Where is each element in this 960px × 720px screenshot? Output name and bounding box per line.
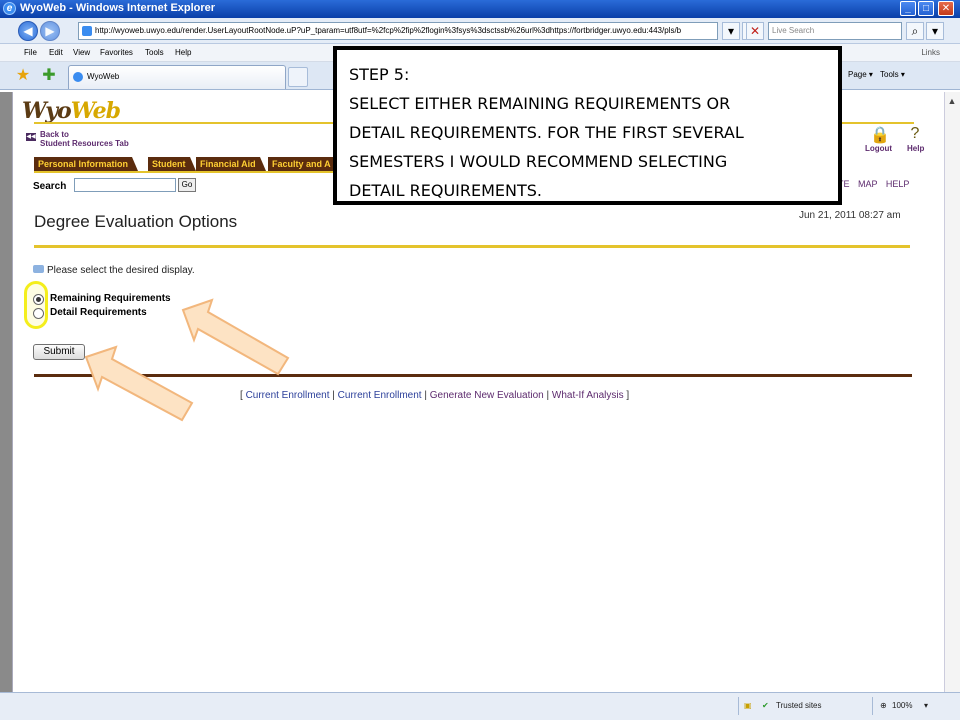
page-icon <box>82 26 92 36</box>
zoom-icon: ⊕ <box>880 701 887 710</box>
vertical-scrollbar[interactable] <box>944 92 960 692</box>
left-window-edge <box>0 92 12 692</box>
title-divider <box>34 245 910 248</box>
wyoweb-logo[interactable]: WyoWeb <box>22 98 121 124</box>
submit-button[interactable]: Submit <box>33 344 85 360</box>
label-detail-requirements[interactable]: Detail Requirements <box>50 307 147 318</box>
status-separator <box>738 697 739 715</box>
links-toolbar[interactable]: Links <box>921 48 940 57</box>
footer-link-current-enrollment-1[interactable]: Current Enrollment <box>246 390 330 401</box>
step-callout: STEP 5: SELECT EITHER REMAINING REQUIREM… <box>333 46 842 205</box>
menu-tools[interactable]: Tools <box>145 48 164 57</box>
back-line-2: Student Resources Tab <box>40 139 129 148</box>
nav-tab-financial-aid[interactable]: Financial Aid <box>196 157 266 171</box>
logo-part-b: Web <box>70 98 121 124</box>
footer-links: [ Current Enrollment | Current Enrollmen… <box>240 390 629 401</box>
logout-icon[interactable]: 🔒 <box>870 125 890 145</box>
lock-status-icon: ▣ <box>744 701 752 710</box>
ie-logo-icon: e <box>3 2 16 15</box>
status-separator <box>872 697 873 715</box>
nav-tab-personal-information[interactable]: Personal Information <box>34 157 139 171</box>
footer-sep-2: | <box>424 390 427 401</box>
status-bar: ▣ ✔ Trusted sites ⊕ 100% ▾ <box>0 692 960 720</box>
logout-link[interactable]: Logout <box>865 144 892 153</box>
footer-link-generate-new-evaluation[interactable]: Generate New Evaluation <box>430 390 544 401</box>
menu-view[interactable]: View <box>73 48 90 57</box>
radio-highlight-annotation <box>24 281 48 329</box>
help-link[interactable]: Help <box>907 144 924 153</box>
menu-favorites[interactable]: Favorites <box>100 48 133 57</box>
back-arrows-icon[interactable]: ◀◀ <box>26 133 36 141</box>
minimize-button[interactable]: _ <box>900 1 916 16</box>
menu-file[interactable]: File <box>24 48 37 57</box>
logo-part-a: Wyo <box>22 98 72 124</box>
back-to-student-resources-link[interactable]: Back to Student Resources Tab <box>40 130 160 148</box>
add-favorite-icon[interactable]: ✚ <box>40 67 58 85</box>
timestamp: Jun 21, 2011 08:27 am <box>799 210 901 221</box>
tab-title: WyoWeb <box>87 72 120 81</box>
footer-bracket-close: ] <box>626 390 630 401</box>
tab-wyoweb[interactable]: WyoWeb <box>68 65 286 89</box>
footer-bracket-open: [ <box>240 390 243 401</box>
radio-detail-requirements[interactable] <box>33 308 44 319</box>
menu-edit[interactable]: Edit <box>49 48 63 57</box>
footer-link-current-enrollment-2[interactable]: Current Enrollment <box>338 390 422 401</box>
footer-sep-1: | <box>332 390 335 401</box>
callout-line-5: DETAIL REQUIREMENTS. <box>349 181 542 200</box>
label-remaining-requirements[interactable]: Remaining Requirements <box>50 293 171 304</box>
nav-tab-faculty[interactable]: Faculty and A <box>268 157 341 171</box>
callout-line-2: SELECT EITHER REMAINING REQUIREMENTS OR <box>349 94 731 113</box>
close-button[interactable]: ✕ <box>938 1 954 16</box>
search-label: Search <box>33 181 67 192</box>
tools-menu[interactable]: Tools ▾ <box>880 70 905 79</box>
trusted-check-icon: ✔ <box>762 701 769 710</box>
new-tab-button[interactable] <box>288 67 308 87</box>
page-search-input[interactable] <box>74 178 176 192</box>
back-line-1: Back to <box>40 130 69 139</box>
scroll-up-icon[interactable]: ▲ <box>944 96 960 106</box>
maximize-button[interactable]: □ <box>918 1 934 16</box>
callout-line-4: SEMESTERS I WOULD RECOMMEND SELECTING <box>349 152 728 171</box>
radio-remaining-requirements[interactable] <box>33 294 44 305</box>
security-zone-text[interactable]: Trusted sites <box>776 701 822 710</box>
search-icon[interactable]: ⌕ <box>906 22 924 40</box>
address-input[interactable]: http://wyoweb.uwyo.edu/render.UserLayout… <box>78 22 718 40</box>
site-map-help-links[interactable]: TE MAP HELP <box>838 179 909 189</box>
footer-link-what-if-analysis[interactable]: What-If Analysis <box>552 390 624 401</box>
zoom-dropdown-icon[interactable]: ▾ <box>924 701 928 710</box>
go-button[interactable]: Go <box>178 178 196 192</box>
page-menu[interactable]: Page ▾ <box>848 70 873 79</box>
tab-page-icon <box>73 72 83 82</box>
nav-underline <box>34 171 334 173</box>
nav-tab-student[interactable]: Student <box>148 157 195 171</box>
window-title: WyoWeb - Windows Internet Explorer <box>20 2 216 14</box>
forward-arrow-icon[interactable]: ▶ <box>40 21 60 41</box>
search-options-icon[interactable]: ▾ <box>926 22 944 40</box>
callout-line-1: STEP 5: <box>349 65 410 84</box>
instruction-text: Please select the desired display. <box>47 265 195 276</box>
callout-line-3: DETAIL REQUIREMENTS. FOR THE FIRST SEVER… <box>349 123 744 142</box>
page-title: Degree Evaluation Options <box>34 212 238 231</box>
dropdown-arrow-icon[interactable]: ▾ <box>722 22 740 40</box>
info-icon <box>33 265 44 273</box>
menu-help[interactable]: Help <box>175 48 191 57</box>
footer-sep-3: | <box>546 390 550 401</box>
content-bottom-divider <box>34 374 912 377</box>
help-icon[interactable]: ? <box>905 125 925 145</box>
address-url: http://wyoweb.uwyo.edu/render.UserLayout… <box>95 26 682 35</box>
favorites-star-icon[interactable]: ★ <box>14 67 32 85</box>
zoom-level[interactable]: 100% <box>892 701 912 710</box>
live-search-input[interactable]: Live Search <box>768 22 902 40</box>
back-arrow-icon[interactable]: ◀ <box>18 21 38 41</box>
address-bar: ◀ ▶ http://wyoweb.uwyo.edu/render.UserLa… <box>0 18 960 44</box>
window-titlebar: e WyoWeb - Windows Internet Explorer _ □… <box>0 0 960 18</box>
stop-icon[interactable]: ✕ <box>746 22 764 40</box>
